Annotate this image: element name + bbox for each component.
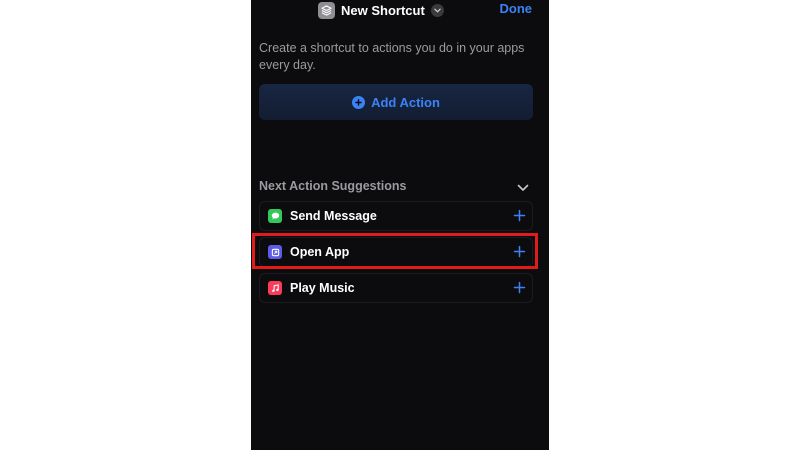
shortcuts-layers-icon	[318, 1, 335, 19]
chevron-down-icon	[430, 3, 444, 17]
done-button[interactable]: Done	[500, 1, 533, 16]
suggestions-list: Send Message Open App Play Music	[259, 201, 533, 309]
music-note-icon	[268, 281, 282, 295]
suggestion-label: Play Music	[290, 281, 355, 295]
suggestion-play-music[interactable]: Play Music	[259, 273, 533, 303]
add-action-button[interactable]: Add Action	[259, 84, 533, 120]
suggestions-title: Next Action Suggestions	[259, 179, 407, 193]
suggestion-open-app[interactable]: Open App	[259, 237, 533, 267]
messages-icon	[268, 209, 282, 223]
open-app-icon	[268, 245, 282, 259]
suggestion-label: Open App	[290, 245, 350, 259]
suggestion-send-message[interactable]: Send Message	[259, 201, 533, 231]
suggestion-label: Send Message	[290, 209, 377, 223]
suggestions-header[interactable]: Next Action Suggestions	[259, 177, 531, 195]
add-suggestion-plus-icon[interactable]	[513, 281, 526, 299]
shortcut-title-menu[interactable]: New Shortcut	[318, 0, 444, 20]
add-suggestion-plus-icon[interactable]	[513, 245, 526, 263]
add-suggestion-plus-icon[interactable]	[513, 209, 526, 227]
add-action-label: Add Action	[371, 94, 440, 110]
shortcut-editor-screen: New Shortcut Done Create a shortcut to a…	[251, 0, 549, 450]
navigation-bar: New Shortcut Done	[251, 0, 549, 22]
plus-circle-icon	[352, 95, 366, 109]
chevron-down-icon[interactable]	[517, 179, 529, 197]
intro-description: Create a shortcut to actions you do in y…	[259, 41, 525, 72]
page-title: New Shortcut	[341, 2, 425, 18]
